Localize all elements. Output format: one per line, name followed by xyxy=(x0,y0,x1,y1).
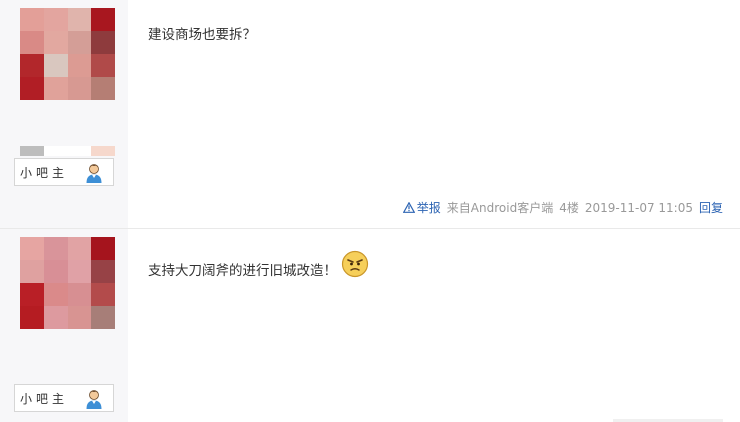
author-avatar[interactable] xyxy=(20,8,115,100)
author-badge-label: 小吧主 xyxy=(20,391,69,406)
avatar-pixel xyxy=(67,237,92,260)
reply-button[interactable]: 回复 xyxy=(699,199,723,216)
angry-face-emoji xyxy=(341,250,369,278)
avatar-pixel xyxy=(91,283,115,306)
post-content: 建设商场也要拆？ xyxy=(148,27,256,43)
post-content-text: 支持大刀阔斧的进行旧城改造！ xyxy=(148,263,337,279)
avatar-pixel xyxy=(43,31,68,54)
avatar-pixel xyxy=(91,8,115,31)
avatar-pixel xyxy=(20,54,44,77)
avatar-pixel xyxy=(67,306,92,329)
avatar-pixel xyxy=(43,283,68,306)
avatar-pixel xyxy=(20,237,44,260)
avatar-pixel xyxy=(91,31,115,54)
avatar-pixel xyxy=(43,306,68,329)
avatar-pixel xyxy=(67,8,92,31)
post-floor: 4楼 xyxy=(559,201,579,215)
avatar-pixel xyxy=(67,260,92,283)
avatar-pixel xyxy=(43,237,68,260)
avatar-pixel xyxy=(67,283,92,306)
avatar-pixel xyxy=(20,306,44,329)
post-1: 小吧主 建设商场也要拆？ 举报 来自Android客户端 4楼 2019-11-… xyxy=(0,0,740,229)
avatar-pixel xyxy=(43,260,68,283)
avatar-pixel xyxy=(67,77,92,100)
author-avatar[interactable] xyxy=(20,237,115,329)
warning-triangle-icon xyxy=(402,202,415,213)
avatar-pixel xyxy=(20,8,44,31)
post-source: 来自Android客户端 xyxy=(446,201,554,215)
avatar-pixel xyxy=(67,31,92,54)
avatar-pixel xyxy=(91,54,115,77)
avatar-pixel xyxy=(43,8,68,31)
avatar-pixel xyxy=(91,260,115,283)
avatar-pixel xyxy=(91,306,115,329)
post-tail: 举报 来自Android客户端 4楼 2019-11-07 11:05 回复 xyxy=(397,199,723,216)
post-time: 2019-11-07 11:05 xyxy=(584,200,693,215)
author-badge[interactable]: 小吧主 xyxy=(14,384,114,412)
avatar-pixel xyxy=(67,54,92,77)
avatar-strip xyxy=(20,146,115,156)
report-link[interactable]: 举报 xyxy=(402,199,441,216)
avatar-pixel xyxy=(20,31,44,54)
user-avatar-icon xyxy=(86,164,102,183)
report-label: 举报 xyxy=(416,201,441,215)
avatar-pixel xyxy=(43,54,68,77)
avatar-pixel xyxy=(43,77,68,100)
author-badge-label: 小吧主 xyxy=(20,165,69,180)
avatar-pixel xyxy=(20,77,44,100)
avatar-pixel xyxy=(91,237,115,260)
avatar-pixel xyxy=(20,283,44,306)
author-badge[interactable]: 小吧主 xyxy=(14,158,114,186)
post-2: 小吧主 支持大刀阔斧的进行旧城改造！ xyxy=(0,229,740,422)
post-content: 支持大刀阔斧的进行旧城改造！ xyxy=(148,250,369,281)
avatar-pixel xyxy=(91,77,115,100)
user-avatar-icon xyxy=(86,390,102,409)
avatar-pixel xyxy=(20,260,44,283)
